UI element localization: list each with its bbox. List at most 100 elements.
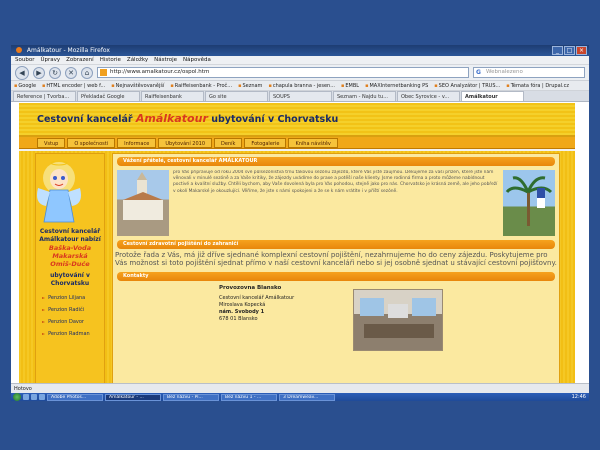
tab-item[interactable]: Reference | Tvorba...	[13, 91, 76, 101]
nav-o-spolecnosti[interactable]: O společnosti	[67, 138, 116, 148]
church-photo	[117, 170, 169, 236]
taskbar-item[interactable]: 3 Dreamweav...	[279, 393, 335, 401]
office-illustration	[360, 298, 436, 338]
contact-street: nám. Svobody 1	[219, 309, 265, 315]
menu-historie[interactable]: Historie	[100, 56, 121, 64]
maximize-button[interactable]: □	[564, 46, 575, 55]
menu-soubor[interactable]: Soubor	[15, 56, 34, 64]
menu-upravy[interactable]: Úpravy	[40, 56, 60, 64]
sidebar-item-davor[interactable]: Penzion Davor	[42, 316, 104, 328]
office-photo	[353, 289, 443, 351]
taskbar-item-firefox[interactable]: Amálkatour - ...	[105, 393, 161, 401]
tab-amalkatour[interactable]: Amálkatour	[461, 91, 524, 101]
bookmark-item[interactable]: Nejnavštěvovanější	[111, 81, 165, 90]
sidebar-place-3: Omiš-Duće	[50, 260, 90, 268]
firefox-icon	[16, 47, 22, 53]
welcome-text: pro Vás připravuje od roku 2004 své půls…	[173, 170, 498, 194]
menu-zobrazeni[interactable]: Zobrazení	[66, 56, 94, 64]
bookmark-item[interactable]: chapula branna - jesen...	[268, 81, 335, 90]
tab-bar: Reference | Tvorba... Překladač Google R…	[11, 91, 589, 102]
taskbar-item[interactable]: Adobe Photos...	[47, 393, 103, 401]
page-content: Cestovní kancelář Amálkatour ubytování v…	[11, 103, 589, 393]
status-bar: Hotovo	[11, 383, 589, 393]
tab-item[interactable]: Obec Syrovice - v...	[397, 91, 460, 101]
back-icon[interactable]: ◀	[15, 65, 29, 80]
site-title: Cestovní kancelář Amálkatour ubytování v…	[37, 112, 338, 125]
site-body: Cestovní kancelář Amálkatour nabízí Bašk…	[19, 151, 575, 393]
nav-ubytovani[interactable]: Ubytování 2010	[158, 138, 213, 148]
site-header: Cestovní kancelář Amálkatour ubytování v…	[19, 103, 575, 137]
sidebar-item-radici[interactable]: Penzion Radiči	[42, 304, 104, 316]
contact-person: Miroslava Kopecká	[219, 302, 266, 308]
sidebar-item-liljana[interactable]: Penzion Liljana	[42, 292, 104, 304]
bookmark-item[interactable]: Google	[14, 81, 36, 90]
forward-icon[interactable]: ▶	[33, 66, 45, 79]
sidebar-line-3: ubytování v	[50, 272, 90, 279]
bookmarks-toolbar: Google HTML encoder | web f... Nejnavště…	[11, 81, 589, 91]
bookmark-item[interactable]: Témata fóra | Drupal.cz	[506, 81, 569, 90]
url-text: http://www.amalkatour.cz/ospol.htm	[110, 69, 210, 75]
stop-icon[interactable]: ✕	[65, 66, 77, 79]
menu-nastroje[interactable]: Nástroje	[154, 56, 177, 64]
taskbar-item[interactable]: Bez názvu 1 - ...	[221, 393, 277, 401]
search-engine-icon: G	[476, 69, 481, 76]
bookmark-item[interactable]: SEO Analyzátor | TRUS...	[434, 81, 501, 90]
nav-vstup[interactable]: Vstup	[37, 138, 66, 148]
bookmark-item[interactable]: MAXInternetbanking PS	[365, 81, 428, 90]
website: Cestovní kancelář Amálkatour ubytování v…	[19, 103, 575, 393]
menu-bar: Soubor Úpravy Zobrazení Historie Záložky…	[11, 56, 589, 65]
nav-kniha-navstev[interactable]: Kniha návštěv	[288, 138, 338, 148]
system-clock: 12:46	[571, 394, 586, 400]
tab-item[interactable]: Raiffeisenbank	[141, 91, 204, 101]
taskbar-item[interactable]: Bez názvu - Pi...	[163, 393, 219, 401]
tab-item[interactable]: SOUPS	[269, 91, 332, 101]
site-favicon-icon	[100, 69, 107, 76]
bookmark-item[interactable]: EMBL	[341, 81, 359, 90]
sidebar-line-2: Amálkatour nabízí	[39, 236, 101, 243]
contact-zip: 678 01 Blansko	[219, 316, 258, 322]
palm-illustration	[505, 176, 553, 226]
quick-launch	[23, 394, 45, 400]
palm-photo	[503, 170, 555, 236]
tab-item[interactable]: Překladač Google	[77, 91, 140, 101]
sidebar-place-2: Makarská	[52, 252, 88, 260]
section-heading-welcome: Vážení přátelé, cestovní kancelář AMÁLKA…	[117, 157, 555, 166]
firefox-window: Amálkatour - Mozilla Firefox _ □ × Soubo…	[11, 45, 589, 401]
section-welcome: pro Vás připravuje od roku 2004 své půls…	[117, 170, 555, 236]
home-icon[interactable]: ⌂	[81, 66, 93, 79]
tab-item[interactable]: Seznam - Najdu tu...	[333, 91, 396, 101]
nav-fotogalerie[interactable]: Fotogalerie	[244, 138, 287, 148]
url-bar[interactable]: http://www.amalkatour.cz/ospol.htm	[97, 67, 469, 78]
menu-napoveda[interactable]: Nápověda	[183, 56, 211, 64]
quick-launch-icon[interactable]	[39, 394, 45, 400]
quick-launch-icon[interactable]	[23, 394, 29, 400]
bookmark-item[interactable]: Raiffeisenbank - Proč...	[170, 81, 232, 90]
status-text: Hotovo	[14, 386, 32, 392]
nav-informace[interactable]: Informace	[117, 138, 157, 148]
close-button[interactable]: ×	[576, 46, 587, 55]
search-placeholder: Webnalezeno	[486, 69, 523, 75]
sidebar-line-4: Chorvatsku	[50, 280, 90, 287]
windows-taskbar: Adobe Photos... Amálkatour - ... Bez náz…	[11, 393, 589, 401]
nav-denik[interactable]: Deník	[214, 138, 243, 148]
tab-item[interactable]: Go site	[205, 91, 268, 101]
main-content: Vážení přátelé, cestovní kancelář AMÁLKA…	[112, 153, 560, 391]
sidebar-place-1: Baška-Voda	[48, 244, 92, 252]
site-title-prefix: Cestovní kancelář	[37, 114, 133, 125]
angel-mascot-image	[37, 160, 81, 223]
search-input[interactable]: G Webnalezeno	[473, 67, 585, 78]
section-heading-insurance: Cestovní zdravotní pojištění do zahranič…	[117, 240, 555, 249]
start-button[interactable]	[13, 393, 21, 401]
quick-launch-icon[interactable]	[31, 394, 37, 400]
office-name: Provozovna Blansko	[219, 285, 282, 291]
bookmark-item[interactable]: Seznam	[238, 81, 262, 90]
minimize-button[interactable]: _	[552, 46, 563, 55]
menu-zalozky[interactable]: Záložky	[127, 56, 148, 64]
sidebar-item-radman[interactable]: Penzion Radman	[42, 328, 104, 340]
sidebar-line-1: Cestovní kancelář	[39, 228, 101, 235]
company-name: Cestovní kancelář Amálkatour	[219, 295, 295, 301]
bookmark-item[interactable]: HTML encoder | web f...	[42, 81, 105, 90]
window-titlebar: Amálkatour - Mozilla Firefox _ □ ×	[11, 45, 589, 56]
reload-icon[interactable]: ↻	[49, 66, 61, 79]
site-brand[interactable]: Amálkatour	[136, 112, 208, 125]
